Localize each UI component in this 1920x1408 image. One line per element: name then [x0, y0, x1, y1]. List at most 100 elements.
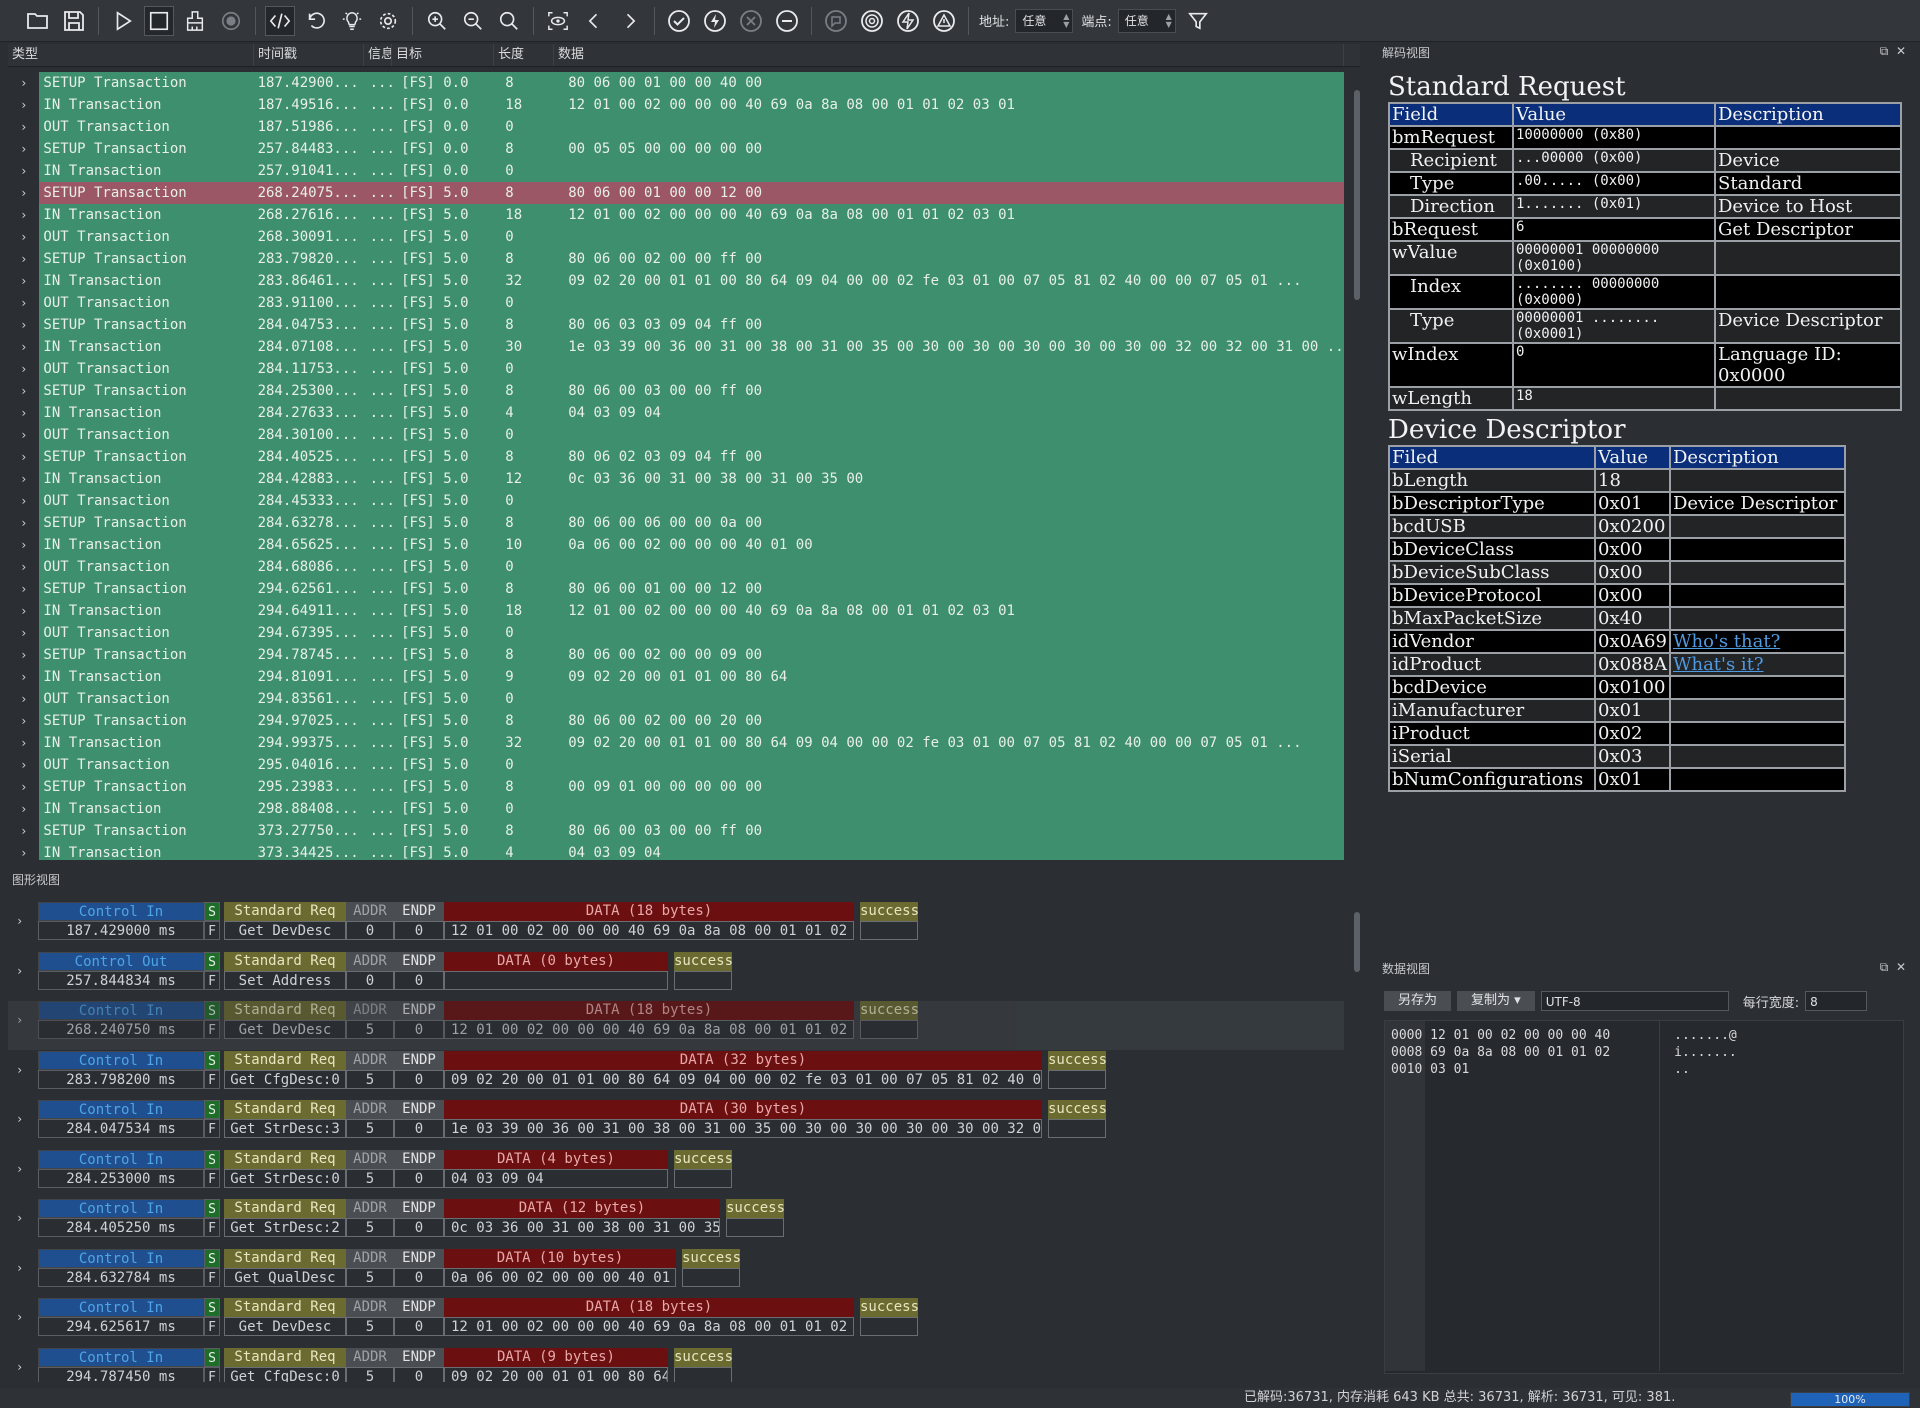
expand-arrow-icon[interactable]: › — [8, 248, 40, 270]
transaction-row[interactable]: › IN Transaction 284.42883...... [FS] 5.0 12… — [8, 468, 1344, 490]
transaction-row[interactable]: › IN Transaction 294.99375...... [FS] 5.0 32… — [8, 732, 1344, 754]
expand-arrow-icon[interactable]: › — [8, 314, 40, 336]
close-icon[interactable]: ✕ — [1896, 44, 1906, 58]
expand-arrow-icon[interactable]: › — [16, 1013, 23, 1027]
open-folder-icon[interactable] — [23, 6, 53, 36]
zoom-in-icon[interactable] — [422, 6, 452, 36]
column-timestamp[interactable]: 时间戳 — [254, 44, 364, 66]
filter-funnel-icon[interactable] — [1183, 6, 1213, 36]
expand-arrow-icon[interactable]: › — [8, 600, 40, 622]
transaction-row[interactable]: › IN Transaction 284.27633...... [FS] 5.0 4 0… — [8, 402, 1344, 424]
expand-arrow-icon[interactable]: › — [8, 160, 40, 182]
save-as-button[interactable]: 另存为 — [1384, 991, 1452, 1011]
transaction-row[interactable]: › IN Transaction 283.86461...... [FS] 5.0 32… — [8, 270, 1344, 292]
transaction-row[interactable]: › OUT Transaction 268.30091...... [FS] 5.0 0 — [8, 226, 1344, 248]
transaction-row[interactable]: › OUT Transaction 284.11753...... [FS] 5.0 0 — [8, 358, 1344, 380]
copy-as-button[interactable]: 复制为 ▾ — [1457, 991, 1535, 1011]
transaction-row[interactable]: › OUT Transaction 295.04016...... [FS] 5.0 0 — [8, 754, 1344, 776]
transaction-row[interactable]: › OUT Transaction 187.51986...... [FS] 0.0 0 — [8, 116, 1344, 138]
transaction-row[interactable]: › OUT Transaction 284.30100...... [FS] 5.0 0 — [8, 424, 1344, 446]
float-window-icon[interactable]: ⧉ — [1880, 44, 1889, 58]
expand-arrow-icon[interactable]: › — [8, 842, 40, 860]
expand-arrow-icon[interactable]: › — [16, 1211, 23, 1225]
check-filter-icon[interactable] — [664, 6, 694, 36]
transaction-row[interactable]: › SETUP Transaction 373.27750...... [FS] 5.… — [8, 820, 1344, 842]
column-data[interactable]: 数据 — [554, 44, 1344, 66]
expand-arrow-icon[interactable]: › — [16, 1310, 23, 1324]
expand-arrow-icon[interactable]: › — [16, 964, 23, 978]
transaction-row[interactable]: › IN Transaction 294.64911...... [FS] 5.0 18… — [8, 600, 1344, 622]
graph-transaction[interactable]: › Control Out 257.844834 ms S F Standard Req S… — [8, 951, 1344, 1001]
expand-arrow-icon[interactable]: › — [8, 578, 40, 600]
graph-transaction[interactable]: › Control In 284.632784 ms S F Standard Req Ge… — [8, 1248, 1344, 1298]
list-scrollbar[interactable] — [1352, 72, 1360, 860]
save-icon[interactable] — [59, 6, 89, 36]
transaction-row[interactable]: › SETUP Transaction 268.24075...... [FS] 5.… — [8, 182, 1344, 204]
column-length[interactable]: 长度 — [494, 44, 554, 66]
chat-filter-icon[interactable] — [821, 6, 851, 36]
transaction-row[interactable]: › SETUP Transaction 284.25300...... [FS] 5.… — [8, 380, 1344, 402]
hex-view[interactable]: 0000 12 01 00 02 00 00 00 40 .......@ 0008… — [1384, 1020, 1904, 1374]
expand-arrow-icon[interactable]: › — [8, 204, 40, 226]
expand-arrow-icon[interactable]: › — [16, 1360, 23, 1374]
descriptor-description[interactable]: What's it? — [1668, 652, 1847, 677]
expand-arrow-icon[interactable]: › — [16, 1063, 23, 1077]
expand-arrow-icon[interactable]: › — [8, 666, 40, 688]
transaction-row[interactable]: › SETUP Transaction 295.23983...... [FS] 5.… — [8, 776, 1344, 798]
transaction-row[interactable]: › IN Transaction 257.91041...... [FS] 0.0 0 — [8, 160, 1344, 182]
expand-arrow-icon[interactable]: › — [8, 424, 40, 446]
warning-filter-icon[interactable] — [929, 6, 959, 36]
expand-arrow-icon[interactable]: › — [8, 358, 40, 380]
expand-arrow-icon[interactable]: › — [8, 556, 40, 578]
expand-arrow-icon[interactable]: › — [8, 94, 40, 116]
descriptor-description[interactable]: Who's that? — [1668, 629, 1847, 654]
graph-transaction[interactable]: › Control In 294.787450 ms S F Standard Req Ge… — [8, 1347, 1344, 1382]
expand-arrow-icon[interactable]: › — [8, 270, 40, 292]
graph-scrollbar-thumb[interactable] — [1354, 912, 1360, 972]
expand-arrow-icon[interactable]: › — [8, 820, 40, 842]
screenshot-eye-icon[interactable] — [543, 6, 573, 36]
play-icon[interactable] — [108, 6, 138, 36]
zoom-out-icon[interactable] — [458, 6, 488, 36]
transaction-row[interactable]: › SETUP Transaction 294.78745...... [FS] 5.… — [8, 644, 1344, 666]
transaction-row[interactable]: › SETUP Transaction 257.84483...... [FS] 0.… — [8, 138, 1344, 160]
expand-arrow-icon[interactable]: › — [8, 534, 40, 556]
column-type[interactable]: 类型 — [8, 44, 254, 66]
expand-arrow-icon[interactable]: › — [8, 688, 40, 710]
expand-arrow-icon[interactable]: › — [8, 622, 40, 644]
transaction-row[interactable]: › SETUP Transaction 284.63278...... [FS] 5.… — [8, 512, 1344, 534]
transaction-row[interactable]: › IN Transaction 373.34425...... [FS] 5.0 4 0… — [8, 842, 1344, 860]
expand-arrow-icon[interactable]: › — [8, 776, 40, 798]
transaction-row[interactable]: › SETUP Transaction 294.97025...... [FS] 5.… — [8, 710, 1344, 732]
undo-icon[interactable] — [301, 6, 331, 36]
transaction-row[interactable]: › IN Transaction 294.81091...... [FS] 5.0 9 0… — [8, 666, 1344, 688]
list-scrollbar-thumb[interactable] — [1354, 90, 1360, 300]
expand-arrow-icon[interactable]: › — [8, 292, 40, 314]
graph-scrollbar[interactable] — [1352, 898, 1360, 1382]
code-view-icon[interactable] — [265, 5, 295, 36]
expand-arrow-icon[interactable]: › — [8, 710, 40, 732]
expand-arrow-icon[interactable]: › — [8, 116, 40, 138]
expand-arrow-icon[interactable]: › — [8, 182, 40, 204]
settings-gear-icon[interactable] — [373, 6, 403, 36]
address-select[interactable]: 任意 ▲ ▼ — [1015, 8, 1074, 33]
transaction-row[interactable]: › IN Transaction 268.27616...... [FS] 5.0 18… — [8, 204, 1344, 226]
zoom-fit-icon[interactable] — [494, 6, 524, 36]
next-arrow-icon[interactable] — [615, 6, 645, 36]
column-info[interactable]: 信息 — [364, 44, 392, 66]
close-icon[interactable]: ✕ — [1896, 960, 1906, 974]
graph-transaction[interactable]: › Control In 268.240750 ms S F Standard Req Ge… — [8, 1001, 1344, 1050]
transaction-row[interactable]: › SETUP Transaction 294.62561...... [FS] 5.… — [8, 578, 1344, 600]
cancel-filter-icon[interactable] — [736, 6, 766, 36]
endpoint-select[interactable]: 任意 ▲ ▼ — [1117, 8, 1176, 33]
transaction-row[interactable]: › OUT Transaction 294.67395...... [FS] 5.0 0 — [8, 622, 1344, 644]
expand-arrow-icon[interactable]: › — [16, 1162, 23, 1176]
clear-brush-icon[interactable] — [180, 6, 210, 36]
transaction-row[interactable]: › IN Transaction 284.07108...... [FS] 5.0 30… — [8, 336, 1344, 358]
record-icon[interactable] — [216, 6, 246, 36]
expand-arrow-icon[interactable]: › — [16, 914, 23, 928]
expand-arrow-icon[interactable]: › — [8, 138, 40, 160]
graph-transaction[interactable]: › Control In 284.253000 ms S F Standard Req Ge… — [8, 1149, 1344, 1199]
lightbulb-icon[interactable] — [337, 6, 367, 36]
graph-transaction[interactable]: › Control In 283.798200 ms S F Standard Req Ge… — [8, 1050, 1344, 1100]
